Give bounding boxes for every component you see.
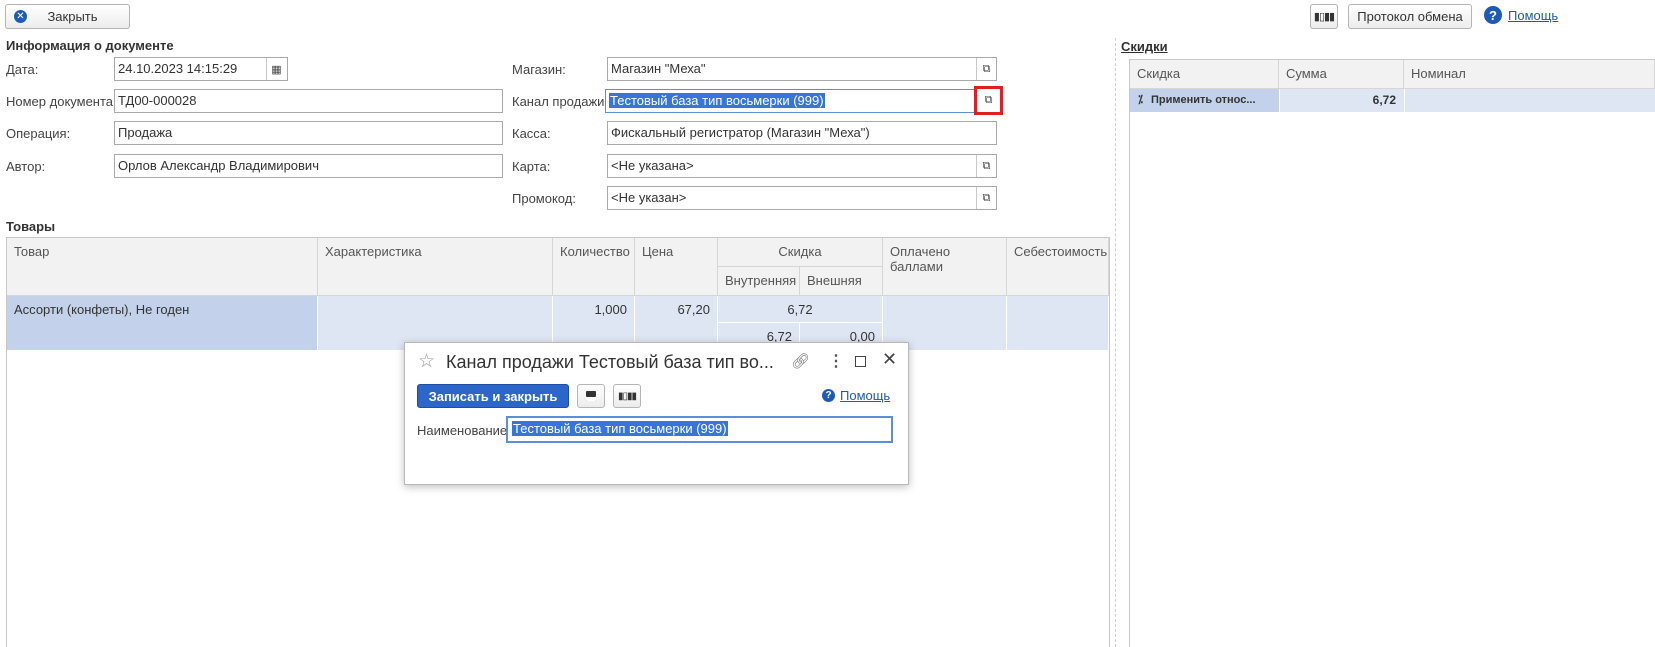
name-value: Тестовый база тип восьмерки (999) — [512, 421, 728, 436]
calendar-icon: ▦ — [271, 63, 282, 76]
col-discount-internal[interactable]: Внутренняя — [718, 267, 800, 296]
maximize-icon[interactable] — [855, 356, 866, 367]
help-link[interactable]: ? Помощь — [1484, 6, 1558, 24]
store-value: Магазин "Меха" — [611, 61, 706, 76]
open-window-icon: ⧉ — [984, 94, 993, 106]
operation-label: Операция: — [6, 126, 71, 141]
promo-field[interactable]: <Не указан> — [607, 186, 997, 210]
goods-title: Товары — [6, 219, 56, 234]
card-open-button[interactable]: ⧉ — [976, 155, 996, 177]
date-value: 24.10.2023 14:15:29 — [118, 61, 238, 76]
promo-open-button[interactable]: ⧉ — [976, 187, 996, 209]
number-value: ТД00-000028 — [118, 93, 197, 108]
operation-field[interactable]: Продажа — [114, 121, 503, 145]
open-window-icon: ⧉ — [982, 191, 991, 204]
promo-label: Промокод: — [512, 191, 576, 206]
list-item[interactable]: ⁒ Применить относ... 6,72 — [1130, 89, 1655, 112]
favorite-star-icon[interactable]: ☆ — [418, 350, 435, 373]
disc-cell-discount-text: Применить относ... — [1150, 94, 1256, 106]
doc-info-title: Информация о документе — [6, 38, 174, 53]
col-price[interactable]: Цена — [635, 238, 718, 296]
number-field[interactable]: ТД00-000028 — [114, 89, 503, 113]
barcode-icon: ▮▯▮▮ — [1313, 11, 1335, 23]
close-circle-icon: ✕ — [14, 10, 27, 23]
sales-channel-dialog: ☆ Канал продажи Тестовый база тип во... … — [404, 342, 909, 485]
disc-col-sum[interactable]: Сумма — [1279, 60, 1404, 89]
dialog-help-label: Помощь — [840, 388, 891, 403]
help-icon: ? — [1484, 6, 1502, 24]
col-product[interactable]: Товар — [7, 238, 318, 296]
cell-product: Ассорти (конфеты), Не годен — [7, 296, 318, 350]
exchange-protocol-label: Протокол обмена — [1357, 9, 1463, 24]
save-and-close-button[interactable]: Записать и закрыть — [417, 384, 569, 408]
more-menu-icon[interactable]: ⋮ — [828, 351, 844, 371]
channel-label: Канал продажи: — [512, 94, 609, 109]
discounts-table-frame — [1129, 59, 1655, 647]
author-value: Орлов Александр Владимирович — [118, 158, 319, 173]
cell-discount: 6,72 — [718, 296, 883, 323]
open-window-icon: ⧉ — [982, 159, 991, 172]
close-button-label: Закрыть — [47, 9, 98, 24]
number-label: Номер документа: — [6, 94, 117, 109]
channel-open-button[interactable]: ⧉ — [974, 86, 1003, 115]
help-link-label: Помощь — [1508, 7, 1559, 23]
dialog-barcode-button[interactable]: ▮▯▮▮ — [613, 384, 641, 408]
percent-icon: ⁒ — [1138, 94, 1143, 106]
author-label: Автор: — [6, 159, 46, 174]
help-icon: ? — [822, 389, 835, 402]
exchange-protocol-button[interactable]: Протокол обмена — [1348, 4, 1472, 29]
card-value: <Не указана> — [611, 158, 694, 173]
col-quantity[interactable]: Количество — [553, 238, 635, 296]
disc-cell-nominal — [1404, 89, 1655, 112]
promo-value: <Не указан> — [611, 190, 687, 205]
channel-value: Тестовый база тип восьмерки (999) — [609, 93, 825, 108]
store-label: Магазин: — [512, 62, 566, 77]
floppy-disk-icon — [586, 391, 596, 401]
dialog-help-link[interactable]: ? Помощь — [822, 388, 890, 403]
close-button[interactable]: ✕ Закрыть — [5, 4, 130, 29]
link-icon[interactable]: 🔗︎ — [791, 352, 810, 370]
col-discount[interactable]: Скидка — [718, 238, 883, 267]
author-field[interactable]: Орлов Александр Владимирович — [114, 154, 503, 178]
card-label: Карта: — [512, 159, 551, 174]
date-field[interactable]: 24.10.2023 14:15:29 — [114, 57, 288, 81]
panel-splitter[interactable] — [1115, 38, 1116, 647]
disc-col-discount[interactable]: Скидка — [1130, 60, 1279, 89]
disc-cell-sum: 6,72 — [1279, 89, 1404, 112]
col-characteristic[interactable]: Характеристика — [318, 238, 553, 296]
store-open-button[interactable]: ⧉ — [976, 58, 996, 80]
dialog-title: Канал продажи Тестовый база тип во... — [446, 352, 774, 372]
col-paid-points[interactable]: Оплачено баллами — [883, 238, 1007, 296]
barcode-icon: ▮▯▮▮ — [617, 390, 637, 402]
channel-field[interactable]: Тестовый база тип восьмерки (999) — [605, 89, 997, 113]
col-cost[interactable]: Себестоимость — [1007, 238, 1109, 296]
close-icon[interactable]: ✕ — [882, 349, 897, 370]
discounts-title[interactable]: Скидки — [1121, 39, 1168, 54]
calendar-button[interactable]: ▦ — [266, 58, 286, 80]
name-label: Наименование: — [417, 423, 511, 438]
col-discount-external[interactable]: Внешняя — [800, 267, 883, 296]
barcode-button[interactable]: ▮▯▮▮ — [1310, 4, 1338, 29]
cash-field[interactable]: Фискальный регистратор (Магазин "Меха") — [607, 121, 997, 145]
card-field[interactable]: <Не указана> — [607, 154, 997, 178]
save-button[interactable] — [577, 384, 605, 408]
save-and-close-label: Записать и закрыть — [428, 388, 558, 404]
store-field[interactable]: Магазин "Меха" — [607, 57, 997, 81]
cell-cost — [1007, 296, 1109, 350]
operation-value: Продажа — [118, 125, 173, 140]
disc-col-nominal[interactable]: Номинал — [1404, 60, 1655, 89]
disc-cell-discount: ⁒ Применить относ... — [1130, 89, 1279, 112]
cash-value: Фискальный регистратор (Магазин "Меха") — [611, 125, 870, 140]
date-label: Дата: — [6, 62, 39, 77]
open-window-icon: ⧉ — [982, 62, 991, 75]
cash-label: Касса: — [512, 126, 551, 141]
name-field[interactable]: Тестовый база тип восьмерки (999) — [506, 416, 893, 443]
